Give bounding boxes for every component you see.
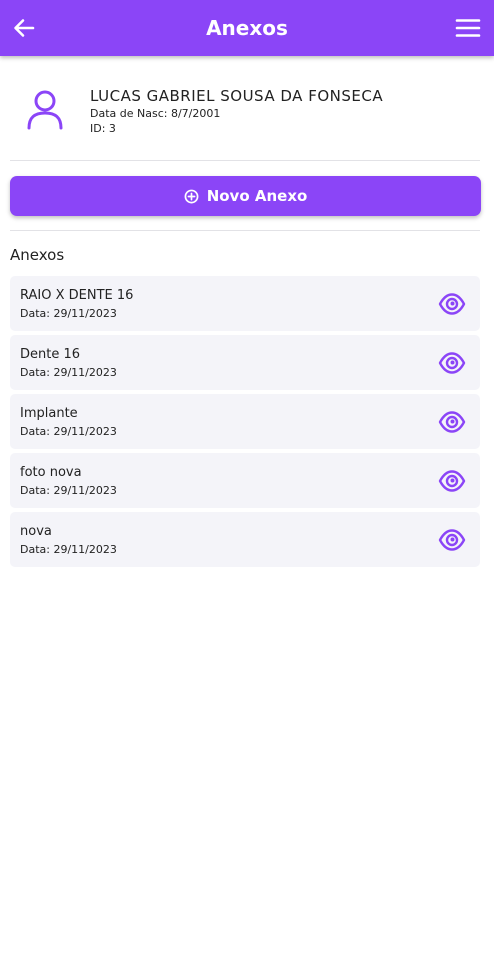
attachment-date: Data: 29/11/2023 [20,484,117,497]
attachment-date: Data: 29/11/2023 [20,366,117,379]
new-attachment-label: Novo Anexo [206,187,308,205]
list-item: Implante Data: 29/11/2023 [10,394,480,449]
divider [10,230,480,231]
list-item: foto nova Data: 29/11/2023 [10,453,480,508]
attachment-name: Implante [20,406,78,421]
patient-name: LUCAS GABRIEL SOUSA DA FONSECA [90,87,384,105]
list-item: nova Data: 29/11/2023 [10,512,480,567]
attachment-date: Data: 29/11/2023 [20,307,117,320]
attachment-date: Data: 29/11/2023 [20,425,117,438]
menu-button[interactable] [454,14,482,42]
app-bar: Anexos [0,0,494,56]
attachments-list: RAIO X DENTE 16 Data: 29/11/2023 Dente 1… [10,276,480,571]
attachment-name: RAIO X DENTE 16 [20,288,134,303]
user-outline-icon [27,90,63,130]
list-item: Dente 16 Data: 29/11/2023 [10,335,480,390]
attachment-date: Data: 29/11/2023 [20,543,117,556]
eye-icon[interactable] [438,410,466,434]
plus-circle-icon [184,189,199,204]
attachment-name: Dente 16 [20,347,81,362]
divider [10,160,480,161]
eye-icon[interactable] [438,469,466,493]
attachment-name: nova [20,524,52,539]
list-item: RAIO X DENTE 16 Data: 29/11/2023 [10,276,480,331]
section-title: Anexos [10,246,65,264]
eye-icon[interactable] [438,351,466,375]
page-title: Anexos [206,16,288,40]
patient-dob: Data de Nasc: 8/7/2001 [90,107,221,120]
eye-icon[interactable] [438,528,466,552]
arrow-left-icon [14,19,35,37]
back-button[interactable] [10,14,38,42]
hamburger-menu-icon [455,19,481,37]
attachment-name: foto nova [20,465,82,480]
patient-card: LUCAS GABRIEL SOUSA DA FONSECA Data de N… [10,80,480,144]
patient-id: ID: 3 [90,122,116,135]
eye-icon[interactable] [438,292,466,316]
new-attachment-button[interactable]: Novo Anexo [10,176,481,216]
